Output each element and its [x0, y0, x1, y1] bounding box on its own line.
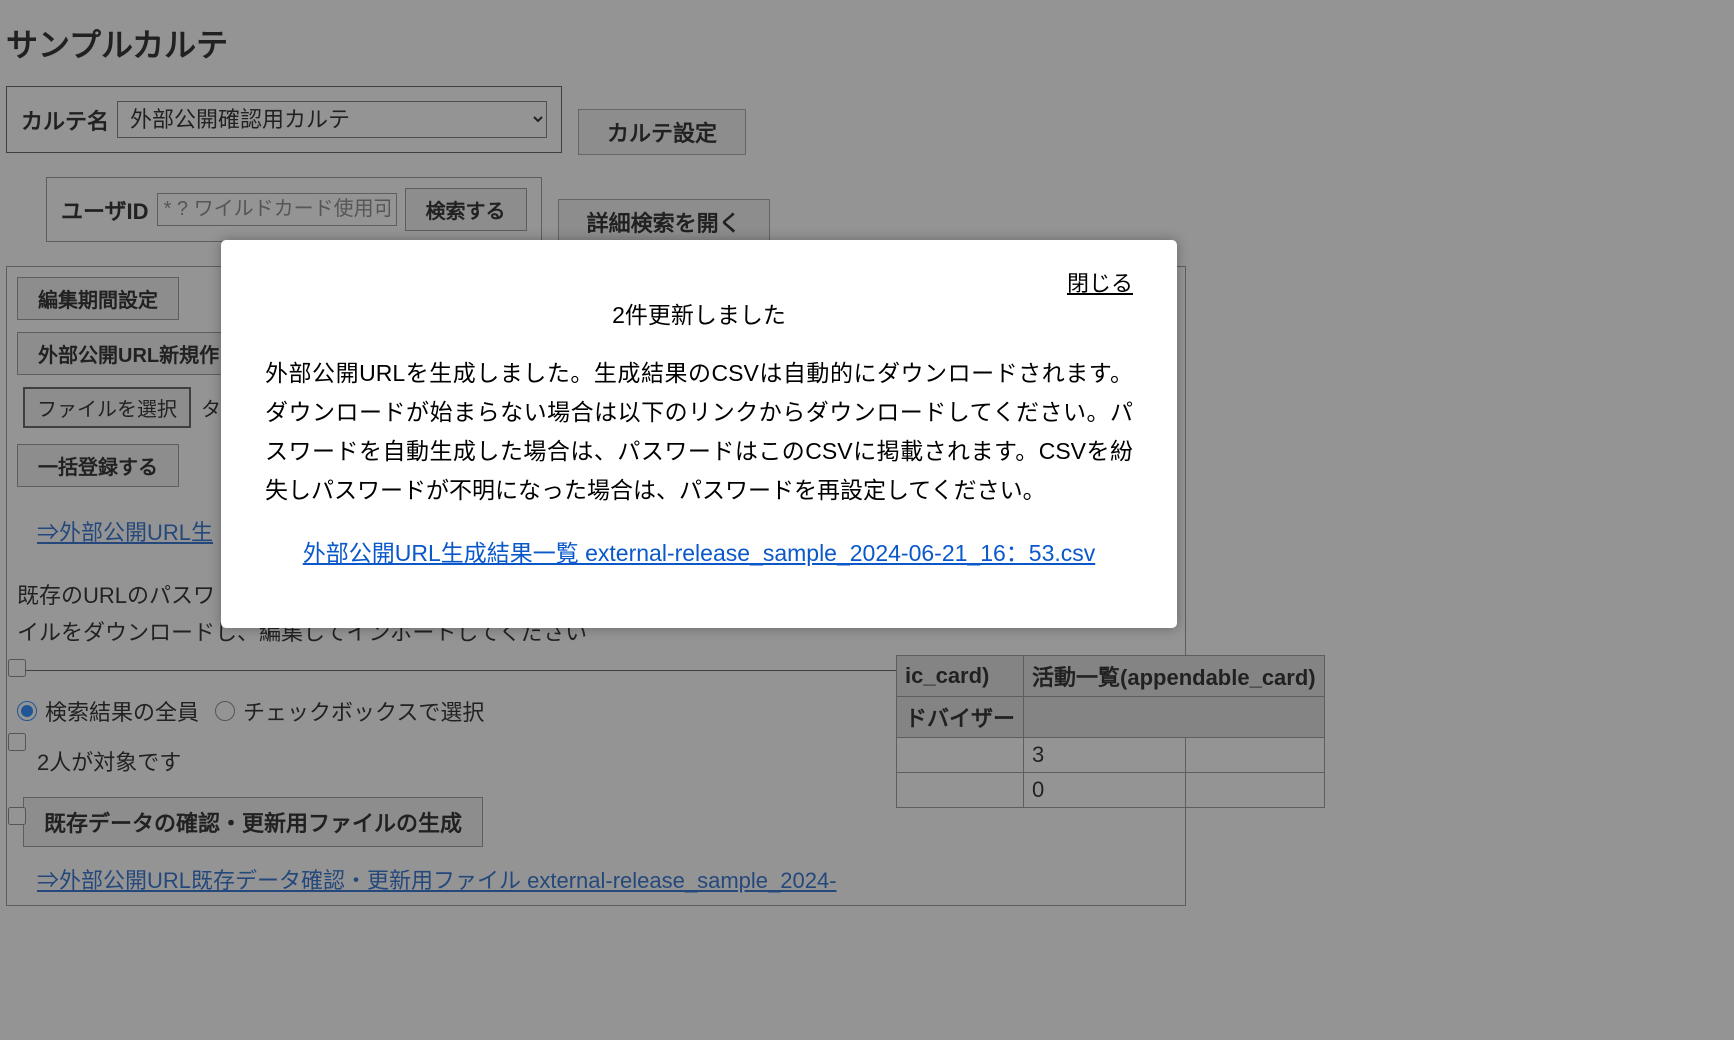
result-modal: 閉じる 2件更新しました 外部公開URLを生成しました。生成結果のCSVは自動的… — [221, 240, 1177, 628]
modal-download-link[interactable]: 外部公開URL生成結果一覧 external-release_sample_20… — [303, 540, 1096, 566]
modal-body-text: 外部公開URLを生成しました。生成結果のCSVは自動的にダウンロードされます。ダ… — [265, 354, 1133, 510]
modal-close-link[interactable]: 閉じる — [1067, 266, 1133, 298]
modal-title: 2件更新しました — [265, 296, 1133, 330]
